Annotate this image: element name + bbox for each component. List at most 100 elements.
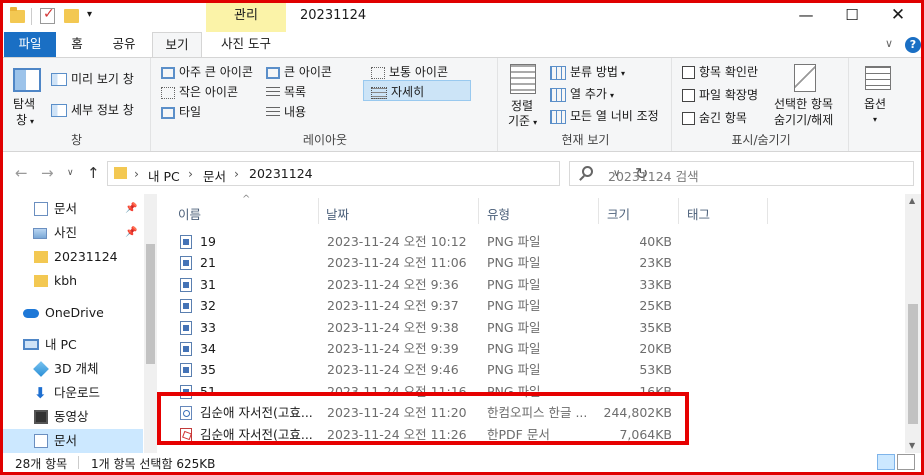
preview-pane-button[interactable]: 미리 보기 창 — [51, 69, 134, 89]
table-row[interactable]: 김순애 자서전(고효... 2023-11-24 오전 11:20 한컴오피스 한글… — [174, 402, 689, 423]
file-name[interactable]: 김순애 자서전(고효... — [200, 402, 313, 423]
file-name[interactable]: 김순애 자서전(고효... — [200, 424, 313, 445]
pin-icon[interactable]: 📌 — [125, 221, 137, 245]
scrollbar-thumb[interactable] — [908, 304, 918, 424]
nav-item-onedrive[interactable]: OneDrive — [3, 301, 143, 325]
table-row[interactable]: 19 2023-11-24 오전 10:12 PNG 파일 40KB — [174, 231, 689, 252]
breadcrumb-separator[interactable]: › — [234, 166, 239, 181]
options-dropdown-icon[interactable]: ▾ — [873, 112, 877, 128]
table-row[interactable]: 32 2023-11-24 오전 9:37 PNG 파일 25KB — [174, 295, 689, 316]
nav-item-videos[interactable]: 동영상 — [3, 405, 143, 429]
nav-item-pictures[interactable]: 사진 📌 — [3, 221, 143, 245]
minimize-button[interactable]: — — [783, 0, 829, 32]
nav-item-3d-objects[interactable]: 3D 개체 — [3, 357, 143, 381]
hide-selected-icon[interactable] — [794, 64, 820, 96]
file-name[interactable]: 21 — [200, 252, 216, 273]
sort-by-icon[interactable] — [510, 64, 540, 96]
search-box[interactable]: 20231124 검색 — [569, 161, 914, 186]
table-row[interactable]: 35 2023-11-24 오전 9:46 PNG 파일 53KB — [174, 359, 689, 380]
layout-extra-large-icons[interactable]: 아주 큰 아이콘 — [161, 62, 253, 82]
scroll-down-icon[interactable]: ▼ — [909, 441, 915, 450]
table-row[interactable]: 51 2023-11-24 오전 11:16 PNG 파일 16KB — [174, 381, 689, 402]
file-name[interactable]: 51 — [200, 381, 216, 402]
file-extensions-toggle[interactable]: 파일 확장명 — [682, 85, 758, 105]
up-arrow-icon[interactable]: ↑ — [87, 164, 100, 182]
context-tab-manage[interactable]: 관리 — [206, 0, 286, 32]
table-row[interactable]: 33 2023-11-24 오전 9:38 PNG 파일 35KB — [174, 317, 689, 338]
properties-icon[interactable]: ✓ — [40, 6, 55, 24]
hide-selected-label-2[interactable]: 숨기기/해제 — [774, 112, 833, 128]
column-header-tags[interactable]: 태그 — [687, 204, 710, 223]
file-name[interactable]: 33 — [200, 317, 216, 338]
hidden-items-toggle[interactable]: 숨긴 항목 — [682, 108, 747, 128]
large-icons-view-icon[interactable] — [897, 454, 915, 470]
nav-item-this-pc[interactable]: 내 PC — [3, 333, 143, 357]
navigation-pane-label[interactable]: 탐색 — [13, 96, 35, 112]
file-name[interactable]: 32 — [200, 295, 216, 316]
table-row[interactable]: 34 2023-11-24 오전 9:39 PNG 파일 20KB — [174, 338, 689, 359]
address-bar[interactable]: › 내 PC › 문서 › 20231124 ∨ ↻ — [107, 161, 648, 186]
breadcrumb-current-folder[interactable]: 20231124 — [249, 166, 313, 181]
table-row[interactable]: 21 2023-11-24 오전 11:06 PNG 파일 23KB — [174, 252, 689, 273]
cube-icon — [33, 361, 49, 377]
group-by-button[interactable]: 분류 방법 ▾ — [550, 62, 625, 82]
maximize-button[interactable]: ☐ — [829, 0, 875, 32]
file-date: 2023-11-24 오전 9:36 — [327, 276, 459, 292]
navigation-pane-label-2[interactable]: 창 ▾ — [16, 112, 34, 128]
file-list-scrollbar[interactable]: ▲ ▼ — [905, 194, 921, 453]
divider[interactable] — [767, 198, 768, 224]
file-name[interactable]: 35 — [200, 359, 216, 380]
layout-medium-icons[interactable]: 보통 아이콘 — [371, 62, 448, 82]
size-all-columns-button[interactable]: 모든 열 너비 조정 — [550, 106, 659, 126]
file-name[interactable]: 19 — [200, 231, 216, 252]
tab-share[interactable]: 공유 — [104, 32, 144, 57]
nav-item-documents[interactable]: 문서 — [3, 429, 143, 453]
ribbon: 탐색 창 ▾ 미리 보기 창 세부 정보 창 창 아주 큰 아이콘 큰 아이콘 보… — [3, 57, 921, 152]
collapse-ribbon-icon[interactable]: ∨ — [885, 37, 893, 50]
add-columns-button[interactable]: 열 추가 ▾ — [550, 84, 614, 104]
breadcrumb-documents[interactable]: 문서 — [203, 166, 226, 185]
details-pane-button[interactable]: 세부 정보 창 — [51, 100, 134, 120]
nav-pane-scrollbar[interactable] — [144, 194, 157, 453]
tab-file[interactable]: 파일 — [4, 32, 56, 57]
pin-icon[interactable]: 📌 — [125, 197, 137, 221]
item-checkboxes-toggle[interactable]: 항목 확인란 — [682, 62, 758, 82]
tab-home[interactable]: 홈 — [58, 32, 96, 57]
breadcrumb-separator[interactable]: › — [134, 166, 139, 181]
layout-list[interactable]: 목록 — [266, 82, 306, 102]
file-name[interactable]: 34 — [200, 338, 216, 359]
table-row[interactable]: 김순애 자서전(고효... 2023-11-24 오전 11:26 한PDF 문서 7… — [174, 424, 689, 445]
nav-item-kbh[interactable]: kbh — [3, 269, 143, 293]
details-view-icon[interactable] — [877, 454, 895, 470]
nav-item-downloads[interactable]: ⬇ 다운로드 — [3, 381, 143, 405]
new-folder-icon[interactable] — [64, 9, 79, 23]
sort-by-label-2[interactable]: 기준 ▾ — [508, 113, 537, 129]
options-button[interactable]: 옵션 — [864, 96, 886, 112]
hide-selected-label[interactable]: 선택한 항목 — [774, 96, 833, 112]
scroll-up-icon[interactable]: ▲ — [909, 196, 915, 205]
layout-details[interactable]: 자세히 — [371, 82, 424, 102]
recent-locations-icon[interactable]: ∨ — [67, 168, 74, 178]
tab-view[interactable]: 보기 — [152, 32, 202, 58]
nav-item-20231124[interactable]: 20231124 — [3, 245, 143, 269]
navigation-pane-icon[interactable] — [13, 68, 45, 98]
forward-arrow-icon[interactable]: → — [41, 164, 54, 182]
sort-by-label[interactable]: 정렬 — [511, 98, 533, 114]
options-icon[interactable] — [865, 66, 895, 94]
layout-small-icons[interactable]: 작은 아이콘 — [161, 82, 238, 102]
help-icon[interactable]: ? — [905, 37, 921, 53]
breadcrumb-separator[interactable]: › — [188, 166, 193, 181]
close-button[interactable]: ✕ — [875, 0, 921, 32]
scrollbar-thumb[interactable] — [146, 244, 155, 364]
layout-tiles[interactable]: 타일 — [161, 102, 201, 122]
table-row[interactable]: 31 2023-11-24 오전 9:36 PNG 파일 33KB — [174, 274, 689, 295]
layout-content[interactable]: 내용 — [266, 102, 306, 122]
layout-large-icons[interactable]: 큰 아이콘 — [266, 62, 332, 82]
nav-item-documents-quick[interactable]: 문서 📌 — [3, 197, 143, 221]
file-name[interactable]: 31 — [200, 274, 216, 295]
table-row-partial[interactable] — [174, 220, 689, 228]
back-arrow-icon[interactable]: ← — [15, 164, 28, 182]
tab-picture-tools[interactable]: 사진 도구 — [206, 32, 286, 57]
customize-toolbar-icon[interactable]: ▾ — [87, 9, 105, 27]
breadcrumb-this-pc[interactable]: 내 PC — [148, 166, 180, 185]
